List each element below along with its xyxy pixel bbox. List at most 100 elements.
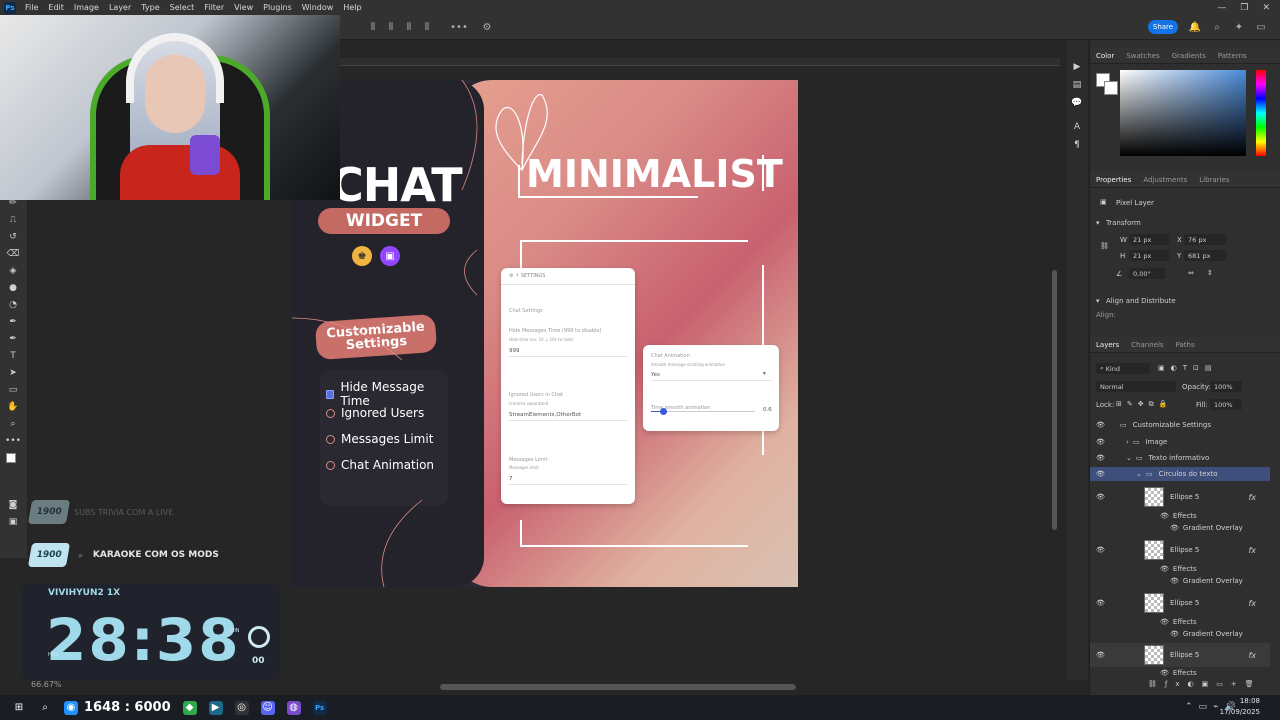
browser-icon[interactable]: ◍ xyxy=(286,700,301,715)
tab-patterns[interactable]: Patterns xyxy=(1218,52,1247,60)
menu-image[interactable]: Image xyxy=(69,3,104,12)
effects-row[interactable]: 👁 Effects xyxy=(1090,616,1270,627)
effects-row[interactable]: 👁 Effects xyxy=(1090,563,1270,574)
menu-view[interactable]: View xyxy=(229,3,258,12)
bell-icon[interactable]: 🔔 xyxy=(1188,20,1202,34)
height-field[interactable]: 21 px xyxy=(1129,250,1169,261)
character-icon[interactable]: A xyxy=(1070,120,1084,134)
eye-icon[interactable]: 👁 xyxy=(1096,546,1106,554)
eye-icon[interactable]: 👁 xyxy=(1096,438,1106,446)
stamp-tool-icon[interactable]: ⎍ xyxy=(6,213,20,227)
comments-icon[interactable]: 💬 xyxy=(1070,96,1084,110)
chevron-down-icon[interactable]: ▾ xyxy=(1096,297,1100,305)
actions-icon[interactable]: ▤ xyxy=(1070,78,1084,92)
color-field[interactable] xyxy=(1120,70,1246,156)
link-icon[interactable]: ⛓ xyxy=(1100,242,1109,250)
menu-filter[interactable]: Filter xyxy=(199,3,229,12)
chevron-right-icon[interactable]: › xyxy=(1126,438,1129,446)
fx-icon[interactable]: fx xyxy=(1248,493,1256,502)
layer-row[interactable]: 👁 Ellipse 5 fx xyxy=(1090,643,1270,667)
taskbar-clock[interactable]: 18:08 17/09/2025 xyxy=(1220,696,1260,718)
menu-plugins[interactable]: Plugins xyxy=(258,3,297,12)
menu-file[interactable]: File xyxy=(20,3,43,12)
workspace-icon[interactable]: ▭ xyxy=(1254,20,1268,34)
effect-row[interactable]: 👁 Gradient Overlay xyxy=(1090,575,1270,586)
vertical-scrollbar[interactable] xyxy=(1052,270,1057,530)
tab-adjustments[interactable]: Adjustments xyxy=(1143,176,1187,184)
eye-icon[interactable]: 👁 xyxy=(1170,577,1179,585)
align-right-icon[interactable]: ⫴ xyxy=(402,20,416,34)
align-left-icon[interactable]: ⫴ xyxy=(366,20,380,34)
messages-limit-value[interactable]: 7 xyxy=(509,476,513,482)
tab-channels[interactable]: Channels xyxy=(1131,341,1163,349)
history-brush-icon[interactable]: ↺ xyxy=(6,230,20,244)
hue-slider[interactable] xyxy=(1256,70,1266,156)
eye-icon[interactable]: 👁 xyxy=(1096,493,1106,501)
type-tool-icon[interactable]: T xyxy=(6,349,20,363)
layer-row-selected[interactable]: 👁 ⌄ ▭ Circulos do texto xyxy=(1090,467,1270,481)
menu-select[interactable]: Select xyxy=(165,3,200,12)
eraser-tool-icon[interactable]: ⌫ xyxy=(6,247,20,261)
minimize-icon[interactable]: — xyxy=(1217,3,1226,13)
eye-icon[interactable]: 👁 xyxy=(1096,651,1106,659)
more-options-icon[interactable]: ••• xyxy=(450,20,468,34)
opacity-field[interactable]: 100% xyxy=(1210,381,1242,392)
eye-icon[interactable]: 👁 xyxy=(1160,669,1169,677)
tab-gradients[interactable]: Gradients xyxy=(1172,52,1206,60)
layer-row[interactable]: 👁 ⌄ ▭ Texto informativo xyxy=(1090,451,1270,465)
search-icon[interactable]: ⌕ xyxy=(38,701,52,715)
canvas-document[interactable]: CHAT WIDGET MINIMALIST ♚ ▣ Customizable … xyxy=(292,80,798,587)
photoshop-taskbar-icon[interactable]: Ps xyxy=(312,700,327,715)
layer-row[interactable]: 👁 Ellipse 5 fx xyxy=(1090,538,1270,562)
close-icon[interactable]: ✕ xyxy=(1262,3,1270,13)
screen-mode-icon[interactable]: ▣ xyxy=(6,515,20,529)
path-select-icon[interactable]: ➤ xyxy=(6,366,20,380)
fx-icon[interactable]: fx xyxy=(1248,546,1256,555)
dodge-tool-icon[interactable]: ◔ xyxy=(6,298,20,312)
foreground-color-swatch[interactable] xyxy=(6,453,16,463)
paragraph-icon[interactable]: ¶ xyxy=(1070,138,1084,152)
app-icon[interactable]: ◆ xyxy=(182,700,197,715)
gear-icon[interactable]: ⚙ xyxy=(480,20,494,34)
quick-mask-icon[interactable]: ◙ xyxy=(6,498,20,512)
zoom-level[interactable]: 66.67% xyxy=(31,680,62,689)
width-field[interactable]: 21 px xyxy=(1129,234,1169,245)
tab-paths[interactable]: Paths xyxy=(1176,341,1195,349)
angle-field[interactable]: 0,00° xyxy=(1129,268,1165,279)
windows-start-icon[interactable]: ⊞ xyxy=(12,701,26,715)
chevron-down-icon[interactable]: ▾ xyxy=(763,371,766,377)
horizontal-scrollbar[interactable] xyxy=(440,684,796,690)
tab-libraries[interactable]: Libraries xyxy=(1199,176,1229,184)
chevron-down-icon[interactable]: ⌄ xyxy=(1126,454,1132,462)
distribute-icon[interactable]: ⫴ xyxy=(420,20,434,34)
chevron-down-icon[interactable]: ⌄ xyxy=(1136,470,1142,478)
terminal-icon[interactable]: ▶ xyxy=(208,700,223,715)
eye-icon[interactable]: 👁 xyxy=(1096,421,1106,429)
fx-icon[interactable]: fx xyxy=(1248,599,1256,608)
zoom-tool-icon[interactable]: ⌕ xyxy=(6,417,20,431)
layer-filter-icons[interactable]: ▣◐T⊡▤ xyxy=(1158,364,1217,372)
eye-icon[interactable]: 👁 xyxy=(1160,565,1169,573)
eye-icon[interactable]: 👁 xyxy=(1170,524,1179,532)
menu-help[interactable]: Help xyxy=(338,3,366,12)
effects-row[interactable]: 👁 Effects xyxy=(1090,668,1270,677)
more-tools-icon[interactable]: ••• xyxy=(5,434,21,448)
chevron-down-icon[interactable]: ▾ xyxy=(1096,219,1100,227)
layer-row[interactable]: 👁 › ▭ Image xyxy=(1090,435,1270,449)
filter-kind-select[interactable]: ⌕ Kind xyxy=(1096,363,1150,374)
obs-icon[interactable]: ◎ xyxy=(234,700,249,715)
tab-properties[interactable]: Properties xyxy=(1096,176,1131,184)
share-button[interactable]: Share xyxy=(1148,20,1178,34)
fx-icon[interactable]: fx xyxy=(1248,651,1256,660)
eye-icon[interactable]: 👁 xyxy=(1160,618,1169,626)
discord-icon[interactable]: ☺ xyxy=(260,700,275,715)
slider-thumb[interactable] xyxy=(660,408,667,415)
layer-actions-bar[interactable]: ⛓ƒx◐▣▭+🗑 xyxy=(1148,680,1262,688)
effects-row[interactable]: 👁 Effects xyxy=(1090,510,1270,521)
ignored-users-value[interactable]: StreamElements,OtherBot xyxy=(509,412,581,418)
tab-layers[interactable]: Layers xyxy=(1096,341,1119,349)
y-field[interactable]: 681 px xyxy=(1184,250,1226,261)
eye-icon[interactable]: 👁 xyxy=(1096,599,1106,607)
eye-icon[interactable]: 👁 xyxy=(1170,630,1179,638)
flip-horizontal-icon[interactable]: ⇔ xyxy=(1188,269,1194,277)
